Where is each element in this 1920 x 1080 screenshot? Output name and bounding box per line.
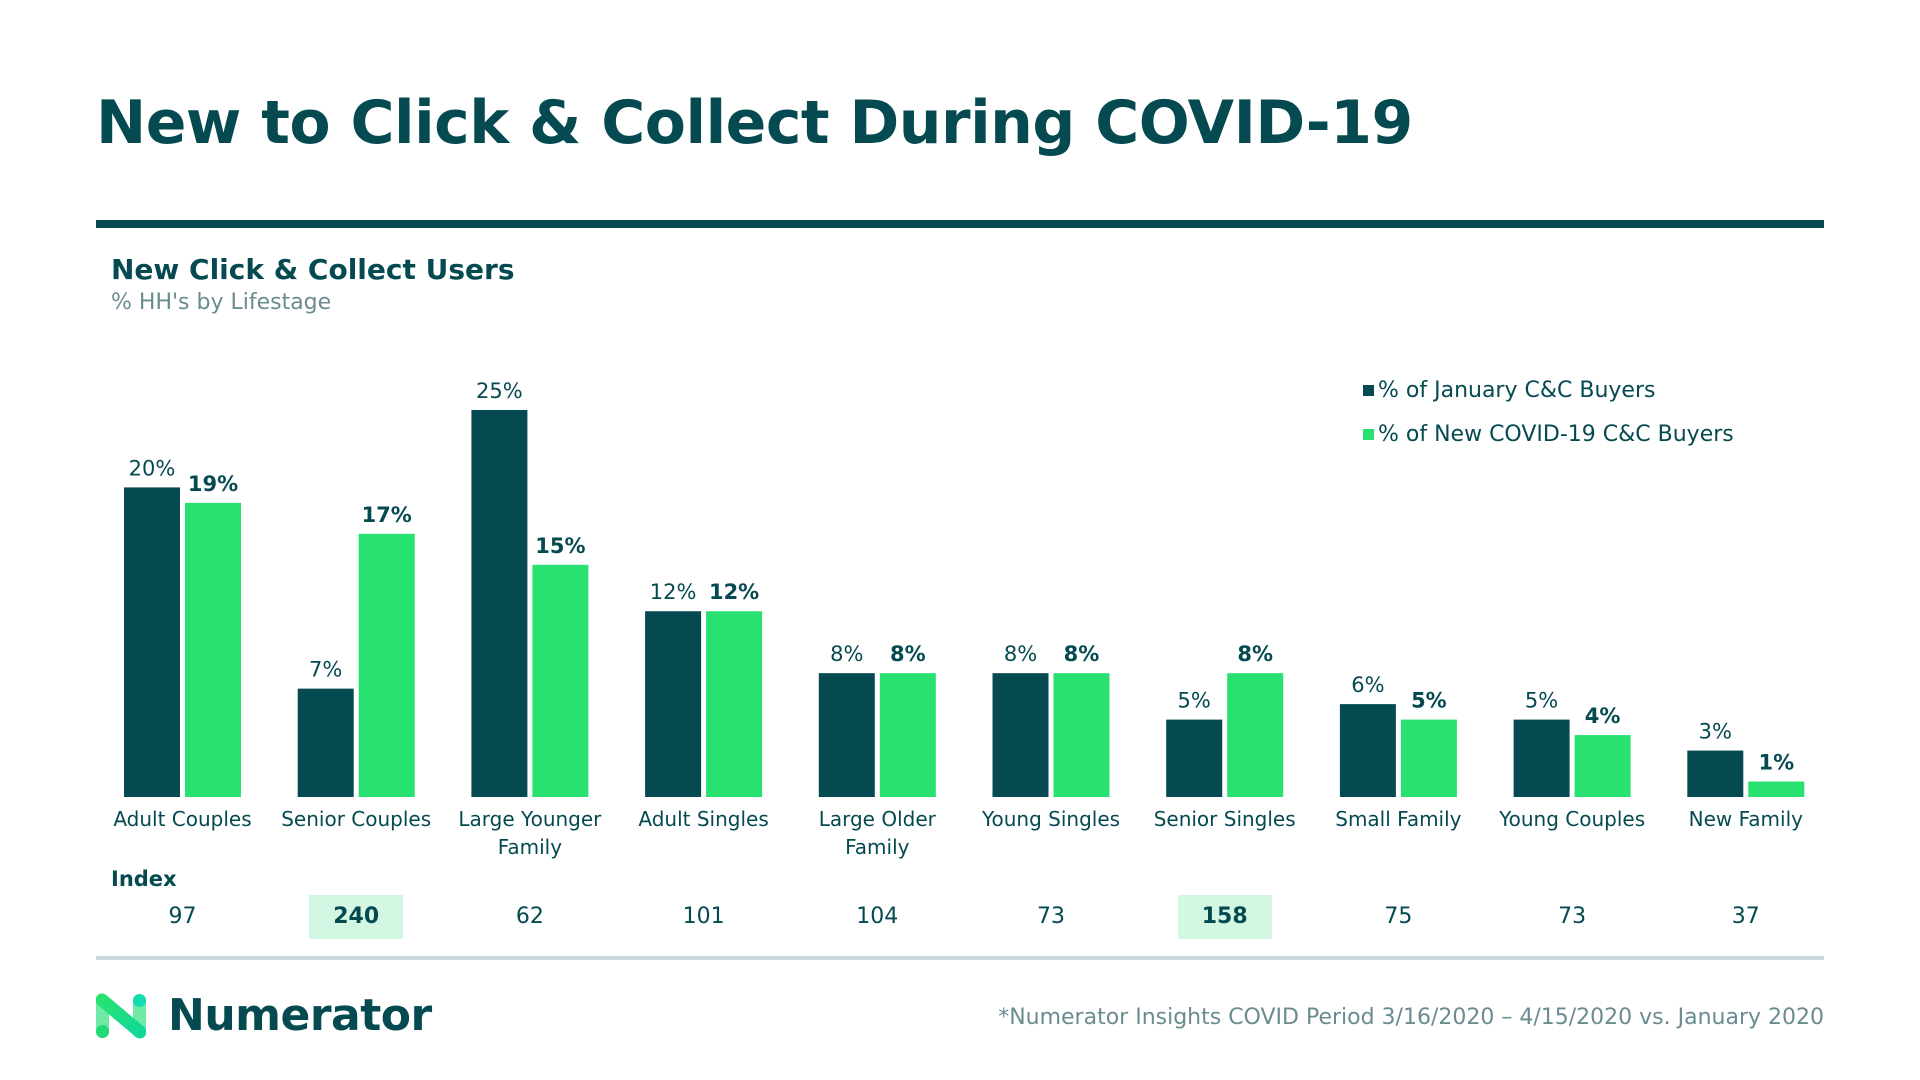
- index-value: 104: [856, 904, 899, 929]
- index-value: 62: [515, 904, 544, 929]
- data-label-january: 5%: [1525, 689, 1558, 713]
- source-footnote: *Numerator Insights COVID Period 3/16/20…: [998, 1005, 1824, 1030]
- data-label-covid: 8%: [1064, 642, 1100, 666]
- bar-covid-large-older-family: [879, 673, 936, 797]
- data-label-covid: 1%: [1758, 751, 1794, 775]
- bar-covid-senior-singles: [1227, 673, 1284, 797]
- index-value: 158: [1177, 895, 1272, 939]
- index-value: 37: [1731, 904, 1760, 929]
- category-label-line: Family: [497, 835, 563, 859]
- data-label-covid: 4%: [1585, 704, 1621, 728]
- bar-covid-adult-couples: [185, 502, 241, 797]
- logo-text: Numerator: [168, 990, 432, 1041]
- category-label-line: Senior Singles: [1153, 807, 1296, 831]
- data-label-january: 8%: [1004, 642, 1037, 666]
- index-value: 73: [1558, 904, 1587, 929]
- bar-january-small-family: [1339, 704, 1396, 797]
- data-label-covid: 17%: [362, 503, 412, 527]
- bar-january-adult-singles: [645, 611, 702, 797]
- bar-january-senior-singles: [1166, 719, 1223, 797]
- index-label: Index: [111, 867, 177, 891]
- index-value: 97: [168, 904, 197, 929]
- bar-january-large-younger-family: [471, 410, 528, 797]
- data-label-january: 5%: [1178, 689, 1211, 713]
- index-value: 73: [1037, 904, 1065, 929]
- category-label: Senior Couples: [271, 805, 441, 833]
- bar-covid-new-family: [1748, 781, 1805, 797]
- category-label-line: Large Older: [818, 807, 936, 831]
- category-label: Young Singles: [966, 805, 1136, 833]
- bar-january-adult-couples: [124, 487, 180, 797]
- index-value: 75: [1384, 904, 1413, 929]
- bar-covid-adult-singles: [706, 611, 763, 797]
- category-label-line: Senior Couples: [281, 807, 432, 831]
- bar-chart: 20% 19% 7% 17% 25% 15% 12% 12% 8% 8% 8% 8% 5% 8% 6% 5% 5…: [124, 379, 1805, 797]
- category-label-line: Small Family: [1335, 807, 1462, 831]
- category-label: New Family: [1661, 805, 1831, 833]
- category-label: Large Younger Family: [445, 805, 615, 861]
- category-label: Small Family: [1313, 805, 1483, 833]
- numerator-logo: Numerator: [96, 990, 432, 1041]
- data-label-covid: 5%: [1411, 689, 1447, 713]
- bar-january-new-family: [1687, 750, 1744, 797]
- data-label-covid: 8%: [1237, 642, 1273, 666]
- category-label-line: Adult Singles: [638, 807, 769, 831]
- category-label-line: New Family: [1688, 807, 1803, 831]
- category-label: Adult Couples: [98, 805, 268, 833]
- bar-covid-senior-couples: [358, 533, 415, 797]
- bar-january-senior-couples: [297, 688, 354, 797]
- category-label: Young Couples: [1487, 805, 1657, 833]
- data-label-covid: 8%: [890, 642, 926, 666]
- bar-january-large-older-family: [818, 673, 875, 797]
- bar-january-young-singles: [992, 673, 1049, 797]
- numerator-n-logo-icon: [96, 993, 146, 1038]
- category-label-line: Adult Couples: [113, 807, 252, 831]
- data-label-january: 12%: [650, 580, 697, 604]
- data-label-january: 6%: [1351, 673, 1384, 697]
- category-label: Large Older Family: [792, 805, 962, 861]
- data-label-covid: 19%: [188, 472, 238, 496]
- bar-january-young-couples: [1513, 719, 1570, 797]
- category-label-line: Young Couples: [1499, 807, 1646, 831]
- category-label: Senior Singles: [1140, 805, 1310, 833]
- data-label-covid: 12%: [709, 580, 759, 604]
- data-label-january: 8%: [830, 642, 863, 666]
- bar-covid-small-family: [1400, 719, 1457, 797]
- data-label-covid: 15%: [535, 534, 585, 558]
- category-label-line: Family: [845, 835, 910, 859]
- data-label-january: 20%: [129, 456, 176, 480]
- data-label-january: 3%: [1699, 720, 1732, 744]
- bar-covid-large-younger-family: [532, 564, 589, 797]
- footer-divider: [96, 956, 1824, 960]
- category-label-line: Large Younger: [458, 807, 602, 831]
- data-label-january: 7%: [309, 658, 342, 682]
- index-value: 240: [309, 895, 404, 939]
- category-label-line: Young Singles: [981, 807, 1121, 831]
- bar-covid-young-singles: [1053, 673, 1110, 797]
- category-label: Adult Singles: [619, 805, 789, 833]
- index-value: 101: [682, 904, 725, 929]
- bar-covid-young-couples: [1574, 735, 1631, 797]
- data-label-january: 25%: [476, 379, 523, 403]
